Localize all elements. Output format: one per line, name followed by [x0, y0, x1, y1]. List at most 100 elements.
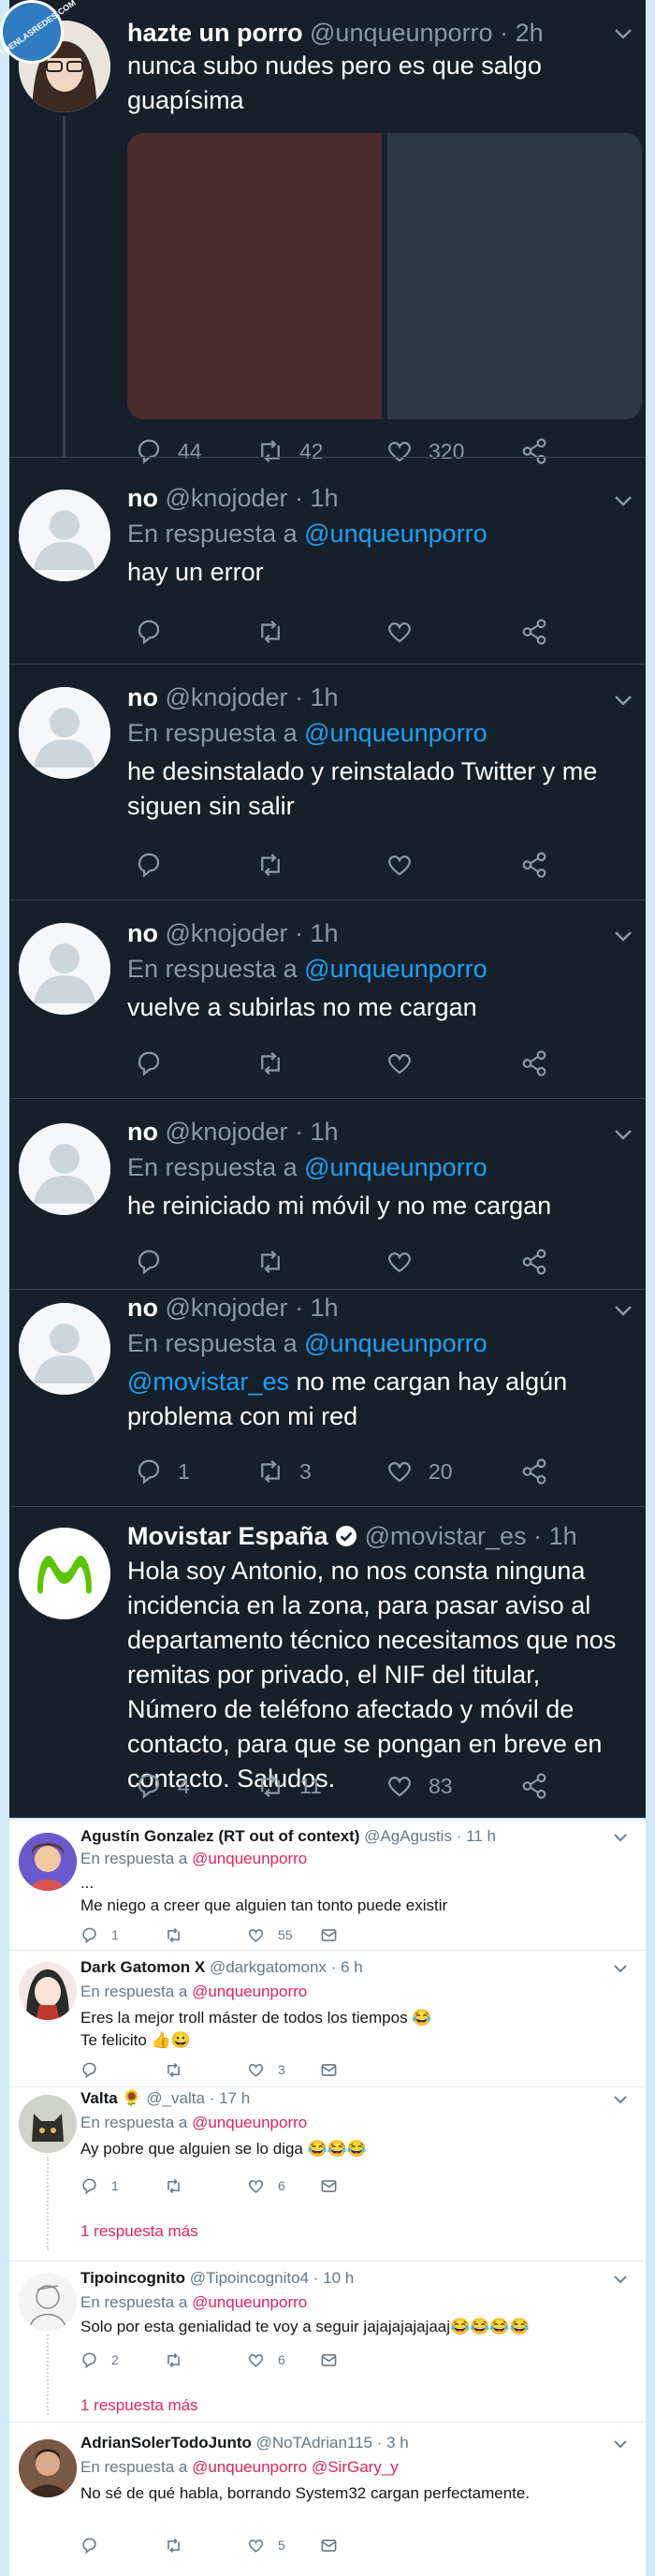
reply-to-link[interactable]: @unqueunporro @SirGary_y	[192, 2458, 399, 2476]
dm-button[interactable]	[320, 1925, 351, 1945]
mention-link[interactable]: @movistar_es	[127, 1368, 289, 1396]
timestamp[interactable]: · 1h	[295, 484, 339, 512]
share-button[interactable]	[520, 615, 563, 649]
reply-to-link[interactable]: @unqueunporro	[304, 520, 488, 548]
retweet-button[interactable]	[165, 1925, 196, 1945]
author-handle[interactable]: @knojoder	[166, 1294, 288, 1322]
more-replies-link[interactable]: 1 respuesta más	[80, 2222, 198, 2241]
avatar[interactable]	[19, 1962, 77, 2020]
timestamp[interactable]: · 3 h	[377, 2434, 409, 2452]
reply-tweet[interactable]: no @knojoder · 1h En respuesta a @unqueu…	[9, 457, 646, 665]
share-button[interactable]	[520, 1455, 563, 1488]
avatar[interactable]	[19, 1528, 110, 1619]
retweet-button[interactable]: 3	[256, 1455, 312, 1488]
retweet-button[interactable]	[256, 1245, 299, 1279]
timestamp[interactable]: · 1h	[295, 1294, 339, 1322]
timestamp[interactable]: · 6 h	[331, 1958, 363, 1976]
like-button[interactable]: 3	[247, 2059, 285, 2080]
chevron-down-icon[interactable]	[612, 2271, 629, 2288]
avatar[interactable]	[19, 490, 110, 581]
reply-tweet[interactable]: no @knojoder · 1h En respuesta a @unqueu…	[9, 665, 646, 900]
dm-button[interactable]	[320, 2535, 351, 2555]
reply-to-link[interactable]: @unqueunporro	[304, 719, 488, 747]
like-button[interactable]: 5	[247, 2535, 285, 2555]
timestamp[interactable]: · 1h	[533, 1522, 577, 1550]
share-button[interactable]	[520, 1245, 563, 1279]
reply-button[interactable]: 4	[135, 1769, 190, 1803]
chevron-down-icon[interactable]	[612, 490, 634, 512]
author-name[interactable]: hazte un porro	[127, 19, 303, 47]
author-handle[interactable]: @NoTAdrian115	[256, 2434, 372, 2452]
media-image-left[interactable]	[127, 133, 382, 419]
reply-tweet[interactable]: no @knojoder · 1h En respuesta a @unqueu…	[9, 1099, 646, 1290]
media-grid[interactable]	[127, 133, 642, 419]
reply-button[interactable]	[135, 615, 178, 649]
like-button[interactable]: 55	[247, 1925, 293, 1945]
chevron-down-icon[interactable]	[612, 1123, 634, 1146]
reply-tweet[interactable]: Dark Gatomon X @darkgatomonx · 6 h En re…	[9, 1951, 646, 2087]
reply-to-link[interactable]: @unqueunporro	[304, 955, 488, 983]
like-button[interactable]	[386, 1046, 429, 1080]
avatar[interactable]	[19, 687, 110, 779]
author-handle[interactable]: @knojoder	[166, 484, 288, 512]
timestamp[interactable]: · 1h	[295, 683, 339, 711]
chevron-down-icon[interactable]	[612, 1299, 634, 1322]
share-button[interactable]	[520, 1046, 563, 1080]
retweet-button[interactable]	[256, 615, 299, 649]
author-name[interactable]: Agustín Gonzalez (RT out of context)	[80, 1827, 359, 1845]
author-name[interactable]: no	[127, 919, 158, 947]
reply-button[interactable]: 2	[80, 2349, 119, 2370]
retweet-button[interactable]	[256, 848, 299, 882]
author-handle[interactable]: @unqueunporro	[310, 19, 493, 47]
timestamp[interactable]: · 1h	[295, 919, 339, 947]
timestamp[interactable]: · 11 h	[457, 1827, 496, 1845]
more-replies-link[interactable]: 1 respuesta más	[80, 2396, 198, 2415]
like-button[interactable]: 83	[386, 1769, 453, 1803]
reply-button[interactable]	[135, 848, 178, 882]
author-name[interactable]: no	[127, 484, 158, 512]
like-button[interactable]	[386, 615, 429, 649]
author-handle[interactable]: @knojoder	[166, 919, 288, 947]
reply-to-link[interactable]: @unqueunporro	[192, 1983, 307, 2000]
reply-to-link[interactable]: @unqueunporro	[192, 1850, 307, 1867]
reply-to-link[interactable]: @unqueunporro	[192, 2114, 307, 2131]
reply-tweet[interactable]: no @knojoder · 1h En respuesta a @unqueu…	[9, 1290, 646, 1507]
avatar[interactable]	[19, 1123, 110, 1215]
reply-tweet[interactable]: AdrianSolerTodoJunto @NoTAdrian115 · 3 h…	[9, 2422, 646, 2576]
author-name[interactable]: no	[127, 683, 158, 711]
reply-button[interactable]	[135, 1046, 178, 1080]
author-name[interactable]: Dark Gatomon X	[80, 1958, 205, 1976]
dm-button[interactable]	[320, 2349, 351, 2370]
author-name[interactable]: Movistar España	[127, 1522, 328, 1550]
author-handle[interactable]: @knojoder	[166, 683, 288, 711]
like-button[interactable]	[386, 1245, 429, 1279]
author-handle[interactable]: @knojoder	[166, 1118, 288, 1146]
author-handle[interactable]: @AgAgustis	[364, 1827, 452, 1845]
dm-button[interactable]	[320, 2059, 351, 2080]
avatar[interactable]	[19, 1303, 110, 1395]
avatar[interactable]	[19, 923, 110, 1015]
author-name[interactable]: no	[127, 1118, 158, 1146]
reply-button[interactable]: 1	[135, 1455, 190, 1488]
main-tweet[interactable]: hazte un porro @unqueunporro · 2h nunca …	[9, 0, 646, 464]
like-button[interactable]: 6	[247, 2175, 285, 2196]
avatar[interactable]	[19, 1833, 77, 1891]
chevron-down-icon[interactable]	[612, 22, 634, 45]
reply-button[interactable]: 1	[80, 1925, 119, 1945]
reply-to-link[interactable]: @unqueunporro	[304, 1153, 488, 1181]
author-handle[interactable]: @Tipoincognito4	[190, 2269, 309, 2287]
like-button[interactable]: 6	[247, 2349, 285, 2370]
reply-to-link[interactable]: @unqueunporro	[304, 1329, 488, 1357]
author-handle[interactable]: @darkgatomonx	[210, 1958, 327, 1976]
share-button[interactable]	[520, 1769, 563, 1803]
share-button[interactable]	[520, 848, 563, 882]
dm-button[interactable]	[320, 2175, 351, 2196]
author-handle[interactable]: @_valta	[146, 2089, 205, 2107]
retweet-button[interactable]	[165, 2175, 196, 2196]
chevron-down-icon[interactable]	[612, 1960, 629, 1977]
reply-tweet[interactable]: no @knojoder · 1h En respuesta a @unqueu…	[9, 900, 646, 1099]
reply-button[interactable]	[80, 2535, 111, 2555]
retweet-button[interactable]	[165, 2059, 196, 2080]
chevron-down-icon[interactable]	[612, 2436, 629, 2452]
retweet-button[interactable]	[165, 2349, 196, 2370]
